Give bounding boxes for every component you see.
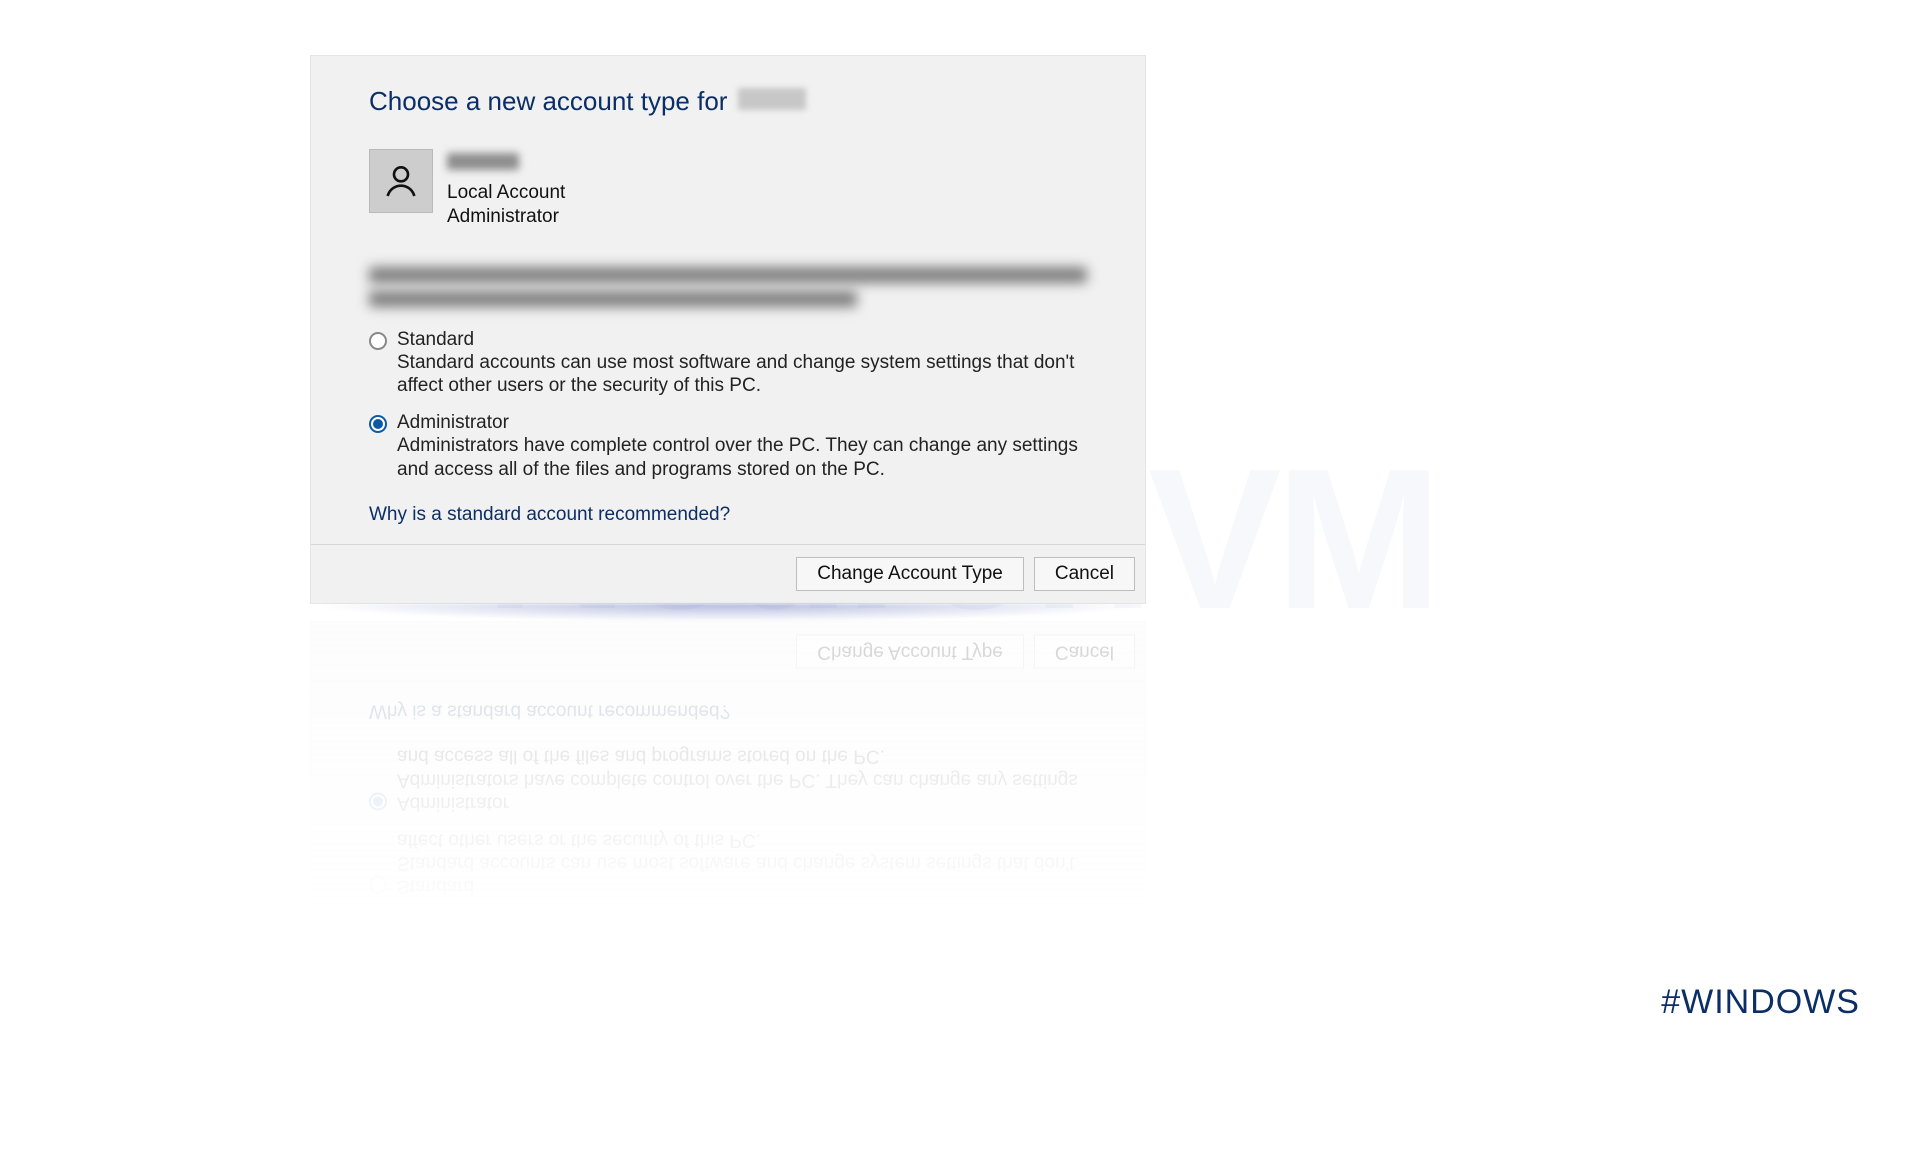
- redacted-username-title: [738, 1115, 806, 1137]
- account-type-label: Local Account: [447, 1020, 565, 1044]
- dialog-footer: Change Account Type Cancel: [311, 623, 1145, 681]
- title-text: Choose a new account type for: [369, 86, 727, 116]
- option-administrator[interactable]: Administrator Administrators have comple…: [369, 744, 1087, 814]
- redacted-username: [447, 1055, 519, 1072]
- person-icon: [381, 161, 421, 201]
- page-title: Choose a new account type for: [369, 86, 1087, 117]
- hashtag: #WINDOWS: [1661, 983, 1860, 1022]
- account-summary: Local Account Administrator: [369, 149, 1087, 229]
- redacted-username-title: [738, 88, 806, 110]
- radio-administrator[interactable]: [369, 792, 387, 810]
- redacted-description: [369, 267, 1087, 307]
- option-administrator-description: Administrators have complete control ove…: [397, 744, 1087, 792]
- change-account-type-button[interactable]: Change Account Type: [796, 635, 1024, 669]
- cancel-button[interactable]: Cancel: [1034, 557, 1135, 591]
- account-role-label: Administrator: [447, 205, 565, 229]
- option-administrator-description: Administrators have complete control ove…: [397, 434, 1087, 482]
- title-text: Choose a new account type for: [369, 1109, 727, 1139]
- avatar: [369, 1012, 433, 1076]
- option-standard-label: Standard: [397, 329, 1087, 351]
- option-standard-description: Standard accounts can use most software …: [397, 351, 1087, 399]
- account-role-label: Administrator: [447, 997, 565, 1021]
- avatar: [369, 149, 433, 213]
- redacted-description: [369, 919, 1087, 959]
- option-administrator[interactable]: Administrator Administrators have comple…: [369, 412, 1087, 482]
- redacted-username: [447, 153, 519, 170]
- account-type-label: Local Account: [447, 181, 565, 205]
- divider: [311, 681, 1145, 682]
- why-standard-link[interactable]: Why is a standard account recommended?: [369, 504, 1087, 526]
- page-title: Choose a new account type for: [369, 1108, 1087, 1139]
- option-standard-description: Standard accounts can use most software …: [397, 827, 1087, 875]
- option-standard[interactable]: Standard Standard accounts can use most …: [369, 827, 1087, 897]
- dialog-shadow: [310, 604, 1146, 622]
- radio-standard[interactable]: [369, 876, 387, 894]
- change-account-type-dialog: Choose a new account type for Local Acco…: [310, 55, 1146, 604]
- dialog-reflection: Choose a new account type for Local Acco…: [310, 622, 1146, 1170]
- option-standard-label: Standard: [397, 875, 1087, 897]
- radio-administrator[interactable]: [369, 415, 387, 433]
- change-account-type-dialog: Choose a new account type for Local Acco…: [310, 622, 1146, 1170]
- dialog-footer: Change Account Type Cancel: [311, 545, 1145, 603]
- account-type-options: Standard Standard accounts can use most …: [369, 744, 1087, 897]
- account-type-options: Standard Standard accounts can use most …: [369, 329, 1087, 482]
- person-icon: [381, 1024, 421, 1064]
- change-account-type-button[interactable]: Change Account Type: [796, 557, 1024, 591]
- cancel-button[interactable]: Cancel: [1034, 635, 1135, 669]
- radio-standard[interactable]: [369, 332, 387, 350]
- option-standard[interactable]: Standard Standard accounts can use most …: [369, 329, 1087, 399]
- option-administrator-label: Administrator: [397, 791, 1087, 813]
- why-standard-link[interactable]: Why is a standard account recommended?: [369, 700, 1087, 722]
- account-summary: Local Account Administrator: [369, 997, 1087, 1077]
- option-administrator-label: Administrator: [397, 412, 1087, 434]
